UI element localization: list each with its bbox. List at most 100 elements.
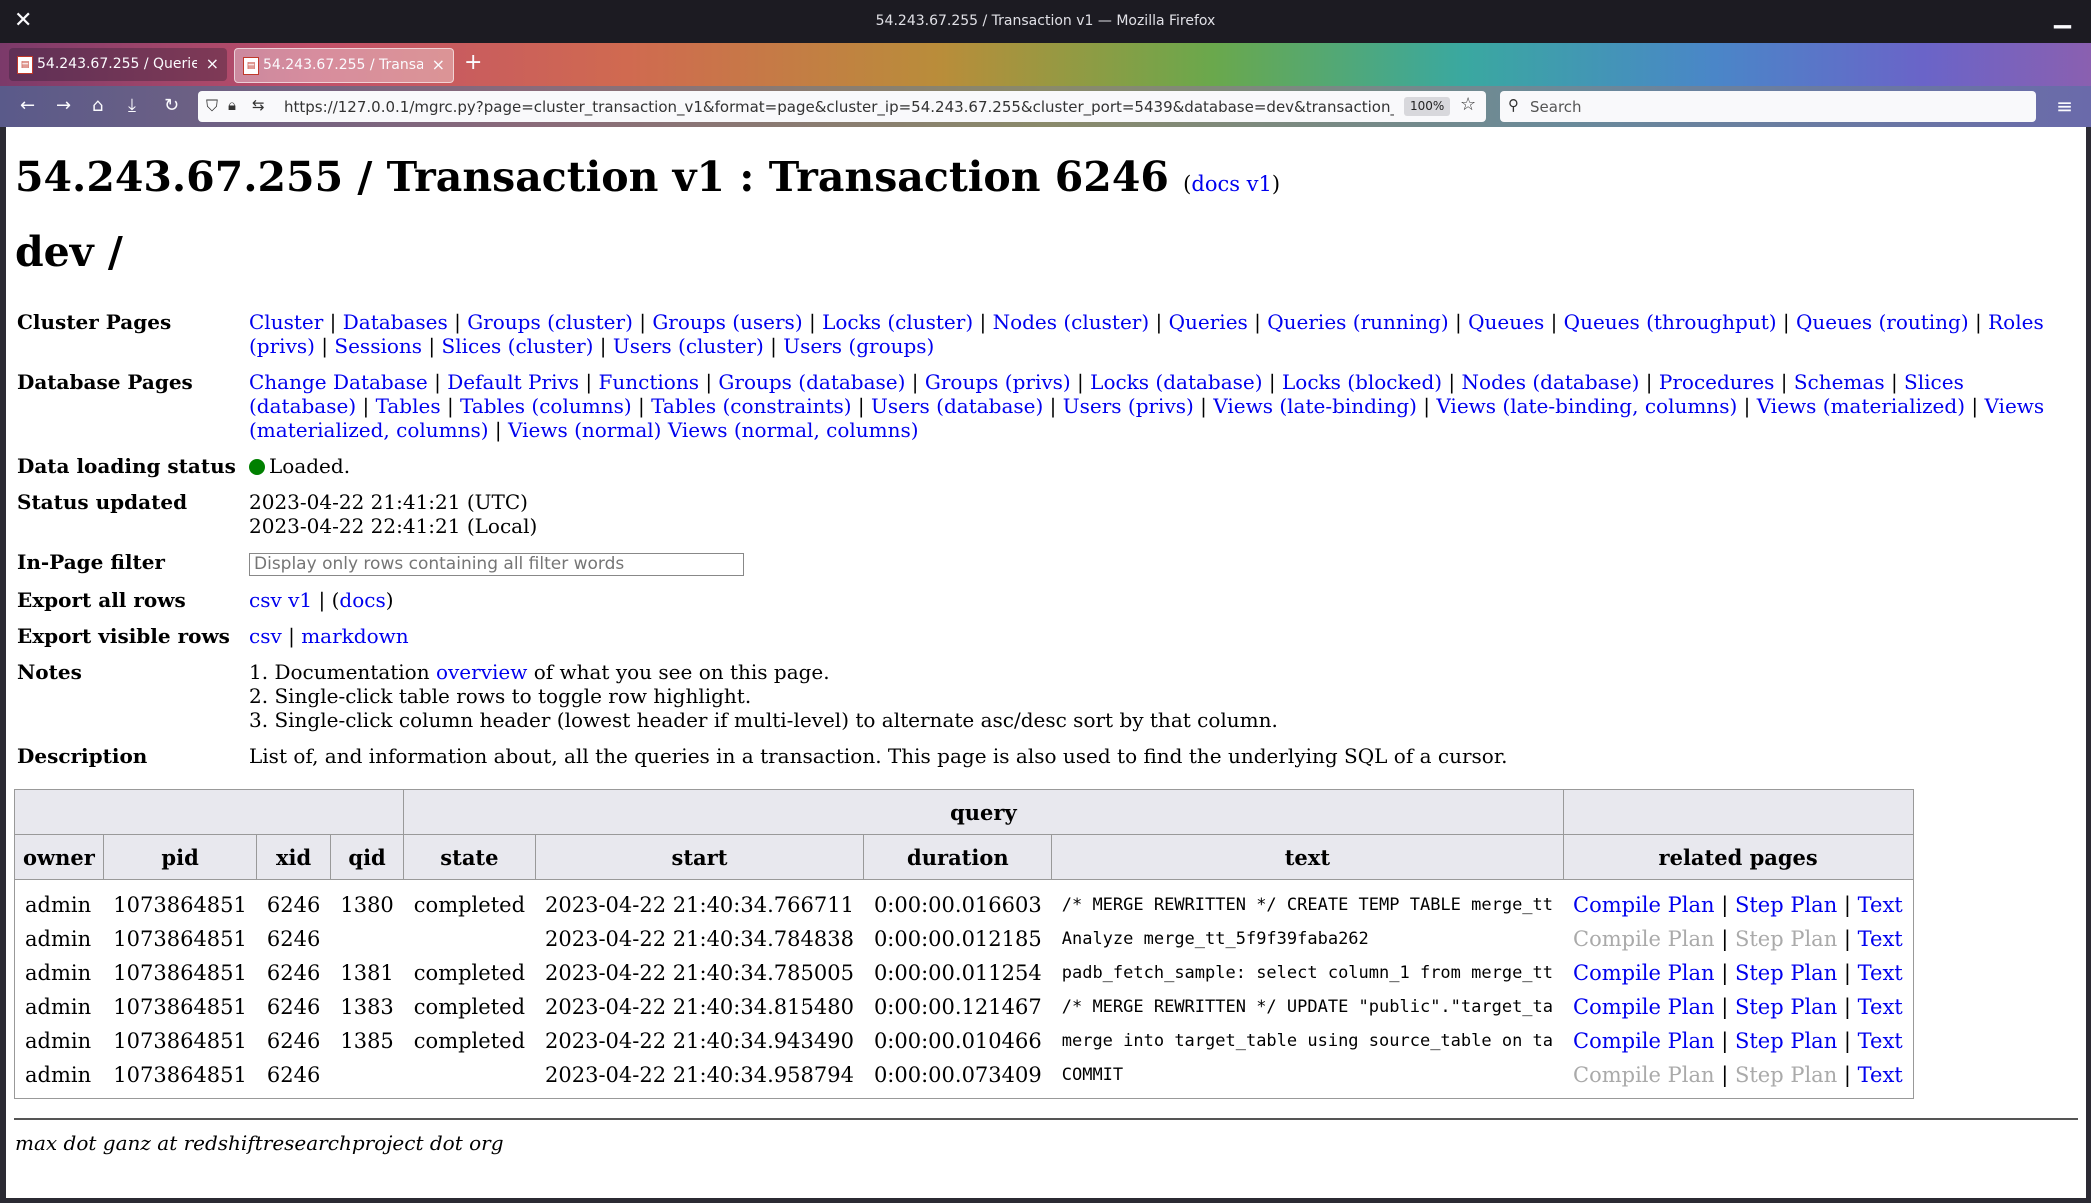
table-row[interactable]: admin 1073864851 6246 1383 completed 2023-04-… [15, 990, 1914, 1024]
pdf-favicon-icon: ▤ [17, 56, 33, 74]
step-plan-link[interactable]: Step Plan [1735, 961, 1837, 985]
nav-link[interactable]: Databases [343, 310, 448, 334]
nav-link[interactable]: Views (late-binding) [1213, 394, 1417, 418]
nav-link[interactable]: Groups (privs) [925, 370, 1071, 394]
text-link[interactable]: Text [1858, 1063, 1903, 1087]
shield-icon[interactable]: ⛉ [206, 96, 218, 116]
export-all-docs-link[interactable]: docs [339, 588, 385, 612]
column-header-text[interactable]: text [1051, 834, 1564, 880]
page-title-text: 54.243.67.255 / Transaction v1 : Transac… [15, 153, 1169, 201]
step-plan-link[interactable]: Step Plan [1735, 893, 1837, 917]
column-header-qid[interactable]: qid [329, 834, 405, 880]
docs-v1-link[interactable]: docs v1 [1191, 172, 1272, 196]
nav-link[interactable]: Nodes (cluster) [993, 310, 1150, 334]
tab-transaction[interactable]: ▤ 54.243.67.255 / Transaction v1 × [234, 48, 454, 83]
column-header-pid[interactable]: pid [102, 834, 258, 880]
cell-text: padb_fetch_sample: select column_1 from … [1061, 963, 1554, 983]
loading-status-value: Loaded. [249, 454, 2057, 490]
url-text[interactable]: https://127.0.0.1/mgrc.py?page=cluster_t… [284, 98, 1394, 116]
compile-plan-link[interactable]: Compile Plan [1573, 961, 1715, 985]
nav-link[interactable]: Change Database [249, 370, 428, 394]
text-link[interactable]: Text [1858, 961, 1903, 985]
table-row[interactable]: admin 1073864851 6246 2023-04-22 21:40:34.9… [15, 1058, 1914, 1099]
nav-link[interactable]: Queries [1169, 310, 1248, 334]
reload-icon[interactable]: ↻ [164, 95, 179, 116]
nav-link[interactable]: Locks (database) [1090, 370, 1262, 394]
table-row[interactable]: admin 1073864851 6246 2023-04-22 21:40:34.7… [15, 922, 1914, 956]
tab-queries[interactable]: ▤ 54.243.67.255 / Queries × [9, 48, 227, 81]
nav-link[interactable]: Users (cluster) [613, 334, 764, 358]
docs-link-wrapper: (docs v1) [1183, 172, 1281, 196]
compile-plan-link[interactable]: Compile Plan [1573, 995, 1715, 1019]
bookmark-star-icon[interactable]: ☆ [1460, 94, 1476, 115]
back-icon[interactable]: ← [20, 95, 35, 116]
nav-link[interactable]: Tables [376, 394, 441, 418]
nav-link[interactable]: Users (database) [871, 394, 1043, 418]
search-bar[interactable]: ⚲ Search [1500, 91, 2036, 122]
column-header-related-pages[interactable]: related pages [1562, 834, 1914, 880]
url-bar[interactable]: ⛉ 🔒︎ ⇆ https://127.0.0.1/mgrc.py?page=cl… [198, 91, 1486, 122]
nav-link[interactable]: Views (late-binding, columns) [1436, 394, 1737, 418]
notes-label: Notes [17, 659, 82, 684]
nav-link[interactable]: Cluster [249, 310, 323, 334]
step-plan-link[interactable]: Step Plan [1735, 1029, 1837, 1053]
home-icon[interactable]: ⌂ [92, 95, 103, 116]
zoom-level[interactable]: 100% [1404, 97, 1451, 116]
nav-link[interactable]: Schemas [1794, 370, 1885, 394]
table-row[interactable]: admin 1073864851 6246 1380 completed 2023-04-… [15, 880, 1914, 923]
nav-link[interactable]: Locks (cluster) [822, 310, 973, 334]
nav-link[interactable]: Queues (throughput) [1564, 310, 1777, 334]
nav-link[interactable]: Queues [1468, 310, 1544, 334]
export-all-csv-link[interactable]: csv v1 [249, 588, 312, 612]
minimize-window-icon[interactable]: ▁ [2054, 4, 2071, 29]
nav-link[interactable]: Nodes (database) [1462, 370, 1640, 394]
compile-plan-link[interactable]: Compile Plan [1573, 1029, 1715, 1053]
in-page-filter-input[interactable] [249, 552, 744, 576]
nav-link[interactable]: Locks (blocked) [1282, 370, 1442, 394]
table-row[interactable]: admin 1073864851 6246 1385 completed 2023-04-… [15, 1024, 1914, 1058]
nav-link[interactable]: Functions [599, 370, 699, 394]
tab-close-icon[interactable]: × [206, 54, 219, 73]
hamburger-menu-icon[interactable]: ≡ [2056, 94, 2073, 118]
nav-link[interactable]: Groups (users) [652, 310, 802, 334]
nav-link[interactable]: Groups (cluster) [467, 310, 633, 334]
nav-link[interactable]: Queues (routing) [1796, 310, 1969, 334]
nav-link[interactable]: Users (groups) [783, 334, 934, 358]
downloads-icon[interactable]: ⤓ [128, 95, 136, 116]
nav-link[interactable]: Groups (database) [718, 370, 905, 394]
lock-icon[interactable]: 🔒︎ [228, 96, 236, 114]
text-link[interactable]: Text [1858, 927, 1903, 951]
step-plan-link[interactable]: Step Plan [1735, 995, 1837, 1019]
export-visible-csv-link[interactable]: csv [249, 624, 282, 648]
overview-link[interactable]: overview [436, 660, 527, 684]
nav-link[interactable]: Views (materialized) [1757, 394, 1965, 418]
nav-link[interactable]: Tables (columns) [460, 394, 632, 418]
nav-link[interactable]: Views (normal, columns) [668, 418, 919, 442]
column-header-start[interactable]: start [534, 834, 865, 880]
text-link[interactable]: Text [1858, 893, 1903, 917]
tab-close-icon[interactable]: × [432, 55, 445, 74]
table-row[interactable]: admin 1073864851 6246 1381 completed 2023-04-… [15, 956, 1914, 990]
compile-plan-link[interactable]: Compile Plan [1573, 893, 1715, 917]
column-header-owner[interactable]: owner [14, 834, 104, 880]
column-header-duration[interactable]: duration [863, 834, 1053, 880]
nav-link[interactable]: Slices (cluster) [442, 334, 594, 358]
cell-duration: 0:00:00.016603 [873, 893, 1042, 917]
permissions-icon[interactable]: ⇆ [252, 96, 265, 114]
nav-link[interactable]: Queries (running) [1267, 310, 1448, 334]
cell-pid: 1073864851 [113, 1063, 247, 1087]
text-link[interactable]: Text [1858, 995, 1903, 1019]
forward-icon[interactable]: → [56, 95, 71, 116]
column-header-xid[interactable]: xid [256, 834, 331, 880]
nav-link[interactable]: Sessions [334, 334, 422, 358]
group-header-query: query [403, 789, 1564, 835]
text-link[interactable]: Text [1858, 1029, 1903, 1053]
nav-link[interactable]: Default Privs [447, 370, 579, 394]
nav-link[interactable]: Tables (constraints) [651, 394, 851, 418]
nav-link[interactable]: Views (normal) [508, 418, 661, 442]
new-tab-icon[interactable]: + [464, 50, 482, 75]
column-header-state[interactable]: state [403, 834, 536, 880]
nav-link[interactable]: Users (privs) [1063, 394, 1194, 418]
export-visible-markdown-link[interactable]: markdown [301, 624, 408, 648]
nav-link[interactable]: Procedures [1659, 370, 1774, 394]
